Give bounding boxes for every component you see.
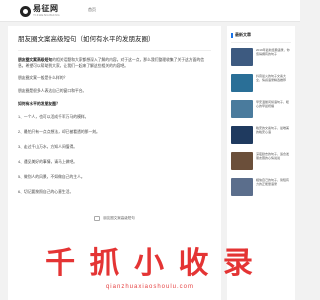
nav-home-link[interactable]: 首页 (88, 7, 96, 13)
sidebar-item-title[interactable]: 2019年最新经典语录，你值得拥有的句子 (256, 48, 291, 66)
image-icon (94, 215, 101, 221)
list-item: 6、切记要按照自己的心意生活。 (18, 190, 74, 195)
sidebar-item[interactable]: 晚安的文案句子，最唯美的晚安心语 (231, 126, 291, 144)
site-header: 易征网 YIZHENGWANG 首页 (0, 0, 300, 22)
article-image: 朋友圈文案高级短句 (40, 204, 190, 232)
sidebar-thumbnail[interactable] (231, 100, 253, 118)
article-subheading: 如何有水平的发朋友圈？ (18, 102, 60, 107)
sidebar-item[interactable]: 抖音最火的句子文案大全，情感语录精选推荐 (231, 74, 291, 92)
sidebar-item-title[interactable]: 早安温馨问候语句子，暖心的早晨祝福 (256, 100, 291, 118)
heading-accent (231, 32, 233, 38)
site-logo[interactable]: 易征网 YIZHENGWANG (20, 2, 60, 20)
site-subtitle: YIZHENGWANG (33, 13, 60, 17)
sidebar-item[interactable]: 相信自己的句子，简短有力的正能量语录 (231, 178, 291, 196)
watermark-url: qianzhuaxiaoshoulu.com (105, 284, 195, 290)
sidebar-item-title[interactable]: 晚安的文案句子，最唯美的晚安心语 (256, 126, 291, 144)
intro-keyword: 朋友圈文案高级短句 (18, 58, 53, 63)
sidebar-item[interactable]: 早安温馨问候语句子，暖心的早晨祝福 (231, 100, 291, 118)
article-main: 朋友圈文案高级短句（如何有水平的发朋友圈） 朋友圈文案高级短句的相关话题和大家都… (8, 26, 221, 300)
sidebar-item[interactable]: 2019年最新经典语录，你值得拥有的句子 (231, 48, 291, 66)
page: 易征网 YIZHENGWANG 首页 朋友圈文案高级短句（如何有水平的发朋友圈）… (0, 0, 300, 300)
list-item: 4、遇见美好的事情，请马上做吧。 (18, 160, 78, 165)
article-paragraph-1: 朋友圈文案一般是什么样的？ (18, 76, 68, 81)
site-name: 易征网 (33, 4, 59, 13)
sidebar-thumbnail[interactable] (231, 152, 253, 170)
sidebar-heading-label: 最新文章 (235, 32, 251, 37)
sidebar-item[interactable]: 深夜励志的句子，适合发朋友圈的心情说说 (231, 152, 291, 170)
list-item: 3、走过千山万水，方知人间值得。 (18, 145, 78, 150)
list-item: 1、一个人，也可以活成千军万马的模样。 (18, 115, 89, 120)
article-intro: 朋友圈文案高级短句的相关话题和大家都想深入了解的内容。对于这一点，那么我们整理收… (18, 57, 211, 69)
article-title: 朋友圈文案高级短句（如何有水平的发朋友圈） (18, 36, 211, 52)
sidebar-item-title[interactable]: 深夜励志的句子，适合发朋友圈的心情说说 (256, 152, 291, 170)
sidebar-item-title[interactable]: 相信自己的句子，简短有力的正能量语录 (256, 178, 291, 196)
sidebar: 最新文章 2019年最新经典语录，你值得拥有的句子 抖音最火的句子文案大全，情感… (227, 26, 295, 300)
sidebar-thumbnail[interactable] (231, 74, 253, 92)
image-caption: 朋友圈文案高级短句 (103, 215, 135, 220)
article-paragraph-2: 朋友圈是很多人表达自己的窗口和平台。 (18, 89, 87, 94)
sidebar-thumbnail[interactable] (231, 126, 253, 144)
sidebar-item-title[interactable]: 抖音最火的句子文案大全，情感语录精选推荐 (256, 74, 291, 92)
sidebar-heading: 最新文章 (231, 32, 291, 43)
logo-icon (20, 5, 31, 17)
list-item: 2、最怕只有一点点想法，却已被看透的那一刻。 (18, 130, 100, 135)
list-item: 5、做别人的风景，不如做自己的主人。 (18, 175, 85, 180)
sidebar-thumbnail[interactable] (231, 178, 253, 196)
sidebar-thumbnail[interactable] (231, 48, 253, 66)
